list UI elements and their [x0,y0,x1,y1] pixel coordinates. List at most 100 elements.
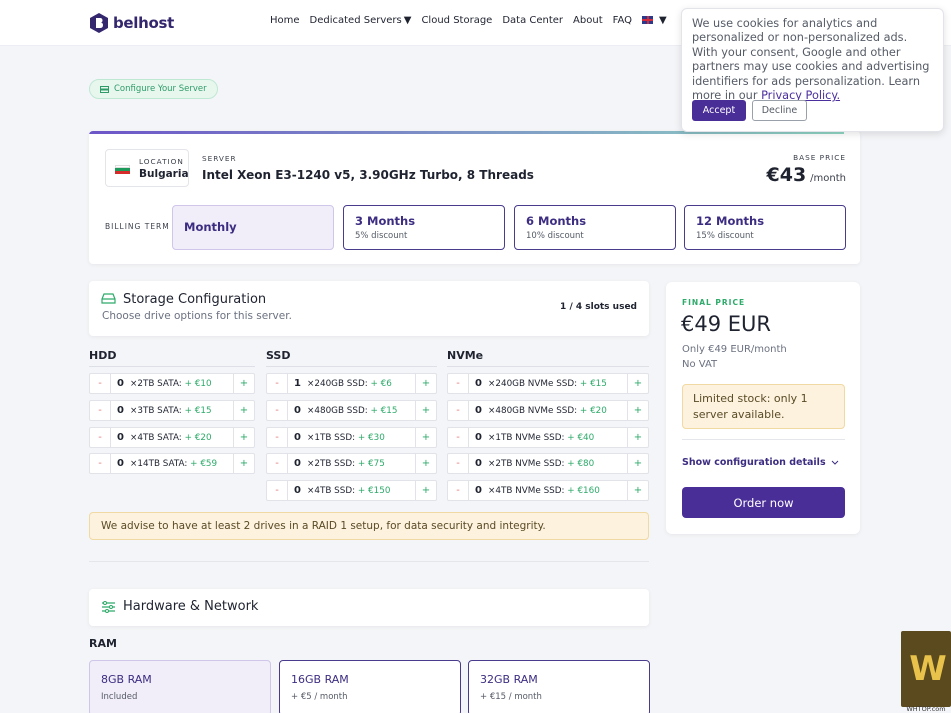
increase-button[interactable]: + [233,428,254,447]
drive-price: + €15 [184,405,212,416]
increase-button[interactable]: + [233,374,254,393]
nav-about[interactable]: About [573,15,603,26]
nav-faq[interactable]: FAQ [613,15,632,26]
decrease-button[interactable]: - [448,374,469,393]
ram-label: RAM [89,637,117,650]
increase-button[interactable]: + [627,374,648,393]
location-value: Bulgaria [139,168,189,180]
decrease-button[interactable]: - [267,454,288,473]
final-price-value: €49 EUR [681,312,771,336]
increase-button[interactable]: + [233,401,254,420]
decline-cookies-button[interactable]: Decline [752,100,807,121]
drive-row: - 1 ×240GB SSD: + €6 + [266,373,437,394]
term-3-months[interactable]: 3 Months 5% discount [343,205,505,250]
drive-price: + €30 [357,432,385,443]
term-name: Monthly [184,220,237,234]
location-label: LOCATION [139,157,184,166]
drive-description: ×4TB SATA: + €20 [130,433,233,443]
drive-size: ×240GB SSD: [307,378,371,389]
drive-quantity: 0 [294,432,301,443]
decrease-button[interactable]: - [90,454,111,473]
increase-button[interactable]: + [627,481,648,500]
base-price-label: BASE PRICE [793,153,846,162]
drive-size: ×14TB SATA: [130,458,191,469]
section-divider [89,561,649,562]
drive-price: + €20 [579,405,607,416]
drive-size: ×1TB SSD: [307,432,358,443]
configure-badge: Configure Your Server [89,79,218,99]
uk-flag-icon [642,16,653,24]
term-monthly[interactable]: Monthly [172,205,334,250]
ram-option-16gb[interactable]: 16GB RAM + €5 / month [279,660,461,713]
decrease-button[interactable]: - [267,374,288,393]
ram-option-32gb[interactable]: 32GB RAM + €15 / month [468,660,650,713]
increase-button[interactable]: + [627,401,648,420]
decrease-button[interactable]: - [267,401,288,420]
nav-home[interactable]: Home [270,15,300,26]
term-12-months[interactable]: 12 Months 15% discount [684,205,846,250]
drive-price: + €20 [184,432,212,443]
hardware-title: Hardware & Network [123,599,259,614]
nav-cloud-storage[interactable]: Cloud Storage [421,15,492,26]
drive-quantity: 0 [475,432,482,443]
drive-description: ×480GB NVMe SSD: + €20 [488,406,627,416]
belhost-logo-icon [90,13,108,33]
drive-quantity: 1 [294,378,301,389]
nav-data-center[interactable]: Data Center [502,15,563,26]
increase-button[interactable]: + [415,374,436,393]
increase-button[interactable]: + [415,454,436,473]
hdd-title: HDD [89,349,117,362]
show-config-details-toggle[interactable]: Show configuration details [682,457,839,468]
bulgaria-flag-icon [115,165,130,174]
drive-price: + €160 [567,485,600,496]
final-price-monthly: Only €49 EUR/month [682,344,787,355]
decrease-button[interactable]: - [90,401,111,420]
decrease-button[interactable]: - [448,481,469,500]
language-switcher[interactable]: ▼ [642,15,667,26]
order-now-button[interactable]: Order now [682,487,845,518]
cookie-actions: Accept Decline [692,100,807,121]
drive-price: + €40 [567,432,595,443]
increase-button[interactable]: + [233,454,254,473]
drive-quantity: 0 [294,485,301,496]
decrease-button[interactable]: - [448,454,469,473]
drive-size: ×2TB NVMe SSD: [488,458,568,469]
drive-size: ×240GB NVMe SSD: [488,378,580,389]
term-discount: 10% discount [526,231,584,241]
increase-button[interactable]: + [415,428,436,447]
stock-warning: Limited stock: only 1 server available. [682,384,845,429]
accept-cookies-button[interactable]: Accept [692,100,746,121]
decrease-button[interactable]: - [448,401,469,420]
term-6-months[interactable]: 6 Months 10% discount [514,205,676,250]
increase-button[interactable]: + [415,481,436,500]
drive-row: - 0 ×1TB SSD: + €30 + [266,427,437,448]
slots-used: 1 / 4 slots used [560,302,637,312]
decrease-button[interactable]: - [448,428,469,447]
decrease-button[interactable]: - [90,374,111,393]
increase-button[interactable]: + [627,428,648,447]
brand-logo[interactable]: belhost [89,12,174,34]
drive-price: + €80 [567,458,595,469]
drive-description: ×14TB SATA: + €59 [130,459,233,469]
decrease-button[interactable]: - [267,481,288,500]
drive-size: ×2TB SATA: [130,378,185,389]
base-price-unit: /month [810,173,846,184]
drive-quantity: 0 [117,378,124,389]
drive-row: - 0 ×2TB SSD: + €75 + [266,453,437,474]
drive-size: ×480GB SSD: [307,405,371,416]
chevron-down-icon [831,460,838,465]
server-icon [100,85,109,93]
increase-button[interactable]: + [627,454,648,473]
nav-dedicated-servers[interactable]: Dedicated Servers ▼ [310,15,412,26]
watermark-text: WHTOP.com [906,705,946,713]
drive-price: + €150 [357,485,391,496]
increase-button[interactable]: + [415,401,436,420]
show-details-label: Show configuration details [682,457,826,468]
ram-price: Included [101,692,138,702]
drive-description: ×480GB SSD: + €15 [307,406,415,416]
ram-option-8gb[interactable]: 8GB RAM Included [89,660,271,713]
brand-name: belhost [113,14,175,32]
drive-quantity: 0 [475,405,482,416]
decrease-button[interactable]: - [90,428,111,447]
decrease-button[interactable]: - [267,428,288,447]
